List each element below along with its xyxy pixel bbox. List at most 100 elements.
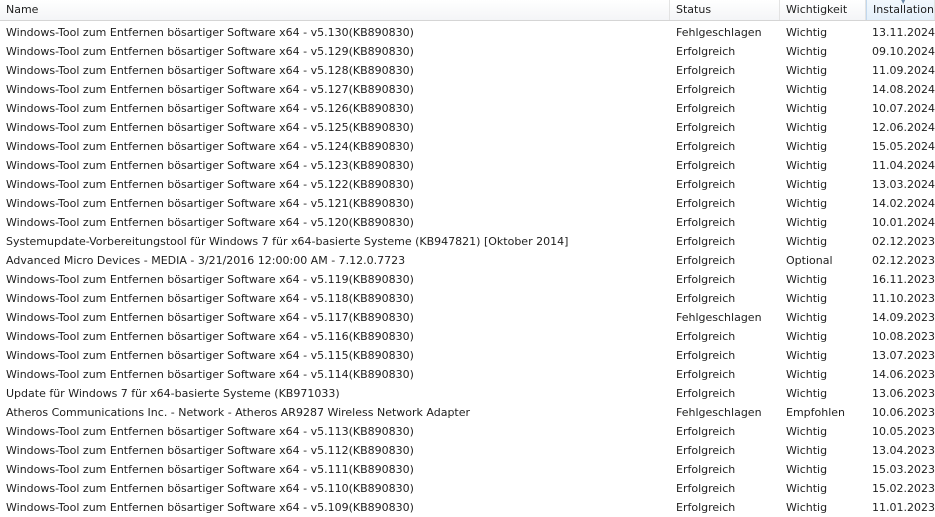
update-history-list: Windows-Tool zum Entfernen bösartiger So… (0, 21, 935, 517)
table-row[interactable]: Windows-Tool zum Entfernen bösartiger So… (0, 270, 935, 289)
update-status: Erfolgreich (676, 349, 736, 362)
update-install-date: 10.05.2023 (872, 425, 935, 438)
update-status: Erfolgreich (676, 140, 736, 153)
update-importance: Wichtig (786, 482, 828, 495)
table-row[interactable]: Windows-Tool zum Entfernen bösartiger So… (0, 99, 935, 118)
table-row[interactable]: Windows-Tool zum Entfernen bösartiger So… (0, 365, 935, 384)
update-importance: Wichtig (786, 311, 828, 324)
update-status: Erfolgreich (676, 501, 736, 514)
update-importance: Wichtig (786, 292, 828, 305)
table-row[interactable]: Advanced Micro Devices - MEDIA - 3/21/20… (0, 251, 935, 270)
update-install-date: 13.03.2024 (872, 178, 935, 191)
update-status: Erfolgreich (676, 83, 736, 96)
update-install-date: 13.07.2023 (872, 349, 935, 362)
update-name: Systemupdate-Vorbereitungstool für Windo… (6, 235, 569, 248)
table-row[interactable]: Windows-Tool zum Entfernen bösartiger So… (0, 23, 935, 42)
update-status: Erfolgreich (676, 368, 736, 381)
update-name: Windows-Tool zum Entfernen bösartiger So… (6, 178, 414, 191)
update-install-date: 13.04.2023 (872, 444, 935, 457)
update-name: Windows-Tool zum Entfernen bösartiger So… (6, 368, 414, 381)
update-importance: Wichtig (786, 83, 828, 96)
table-row[interactable]: Systemupdate-Vorbereitungstool für Windo… (0, 232, 935, 251)
table-row[interactable]: Windows-Tool zum Entfernen bösartiger So… (0, 118, 935, 137)
update-importance: Wichtig (786, 368, 828, 381)
update-status: Erfolgreich (676, 254, 736, 267)
update-install-date: 02.12.2023 (872, 235, 935, 248)
update-importance: Wichtig (786, 64, 828, 77)
update-status: Erfolgreich (676, 159, 736, 172)
table-row[interactable]: Windows-Tool zum Entfernen bösartiger So… (0, 194, 935, 213)
table-row[interactable]: Windows-Tool zum Entfernen bösartiger So… (0, 460, 935, 479)
table-row[interactable]: Windows-Tool zum Entfernen bösartiger So… (0, 327, 935, 346)
update-install-date: 15.03.2023 (872, 463, 935, 476)
column-header-status[interactable]: Status (670, 0, 780, 20)
update-name: Update für Windows 7 für x64-basierte Sy… (6, 387, 340, 400)
update-name: Windows-Tool zum Entfernen bösartiger So… (6, 482, 414, 495)
update-name: Windows-Tool zum Entfernen bösartiger So… (6, 330, 414, 343)
update-importance: Wichtig (786, 159, 828, 172)
update-name: Windows-Tool zum Entfernen bösartiger So… (6, 102, 414, 115)
update-install-date: 11.09.2024 (872, 64, 935, 77)
table-row[interactable]: Windows-Tool zum Entfernen bösartiger So… (0, 308, 935, 327)
update-install-date: 02.12.2023 (872, 254, 935, 267)
update-importance: Wichtig (786, 349, 828, 362)
update-name: Windows-Tool zum Entfernen bösartiger So… (6, 26, 414, 39)
table-row[interactable]: Windows-Tool zum Entfernen bösartiger So… (0, 498, 935, 517)
table-row[interactable]: Windows-Tool zum Entfernen bösartiger So… (0, 346, 935, 365)
update-name: Windows-Tool zum Entfernen bösartiger So… (6, 463, 414, 476)
update-name: Atheros Communications Inc. - Network - … (6, 406, 471, 419)
column-header-install-date[interactable]: ▼Installationsdatum (866, 0, 935, 20)
update-install-date: 16.11.2023 (872, 273, 935, 286)
update-status: Erfolgreich (676, 444, 736, 457)
update-name: Windows-Tool zum Entfernen bösartiger So… (6, 444, 414, 457)
update-importance: Optional (786, 254, 833, 267)
sort-descending-icon: ▼ (900, 0, 906, 5)
update-importance: Wichtig (786, 102, 828, 115)
column-header-row: Name Status Wichtigkeit ▼Installationsda… (0, 0, 935, 21)
table-row[interactable]: Windows-Tool zum Entfernen bösartiger So… (0, 80, 935, 99)
table-row[interactable]: Update für Windows 7 für x64-basierte Sy… (0, 384, 935, 403)
update-importance: Wichtig (786, 444, 828, 457)
update-install-date: 09.10.2024 (872, 45, 935, 58)
table-row[interactable]: Windows-Tool zum Entfernen bösartiger So… (0, 479, 935, 498)
update-status: Erfolgreich (676, 64, 736, 77)
update-name: Windows-Tool zum Entfernen bösartiger So… (6, 349, 414, 362)
table-row[interactable]: Windows-Tool zum Entfernen bösartiger So… (0, 422, 935, 441)
update-install-date: 13.11.2024 (872, 26, 935, 39)
table-row[interactable]: Windows-Tool zum Entfernen bösartiger So… (0, 175, 935, 194)
update-install-date: 12.06.2024 (872, 121, 935, 134)
update-status: Erfolgreich (676, 235, 736, 248)
update-name: Windows-Tool zum Entfernen bösartiger So… (6, 292, 414, 305)
update-status: Erfolgreich (676, 121, 736, 134)
table-row[interactable]: Windows-Tool zum Entfernen bösartiger So… (0, 42, 935, 61)
update-install-date: 10.08.2023 (872, 330, 935, 343)
update-status: Erfolgreich (676, 425, 736, 438)
table-row[interactable]: Windows-Tool zum Entfernen bösartiger So… (0, 61, 935, 80)
table-row[interactable]: Windows-Tool zum Entfernen bösartiger So… (0, 213, 935, 232)
update-name: Advanced Micro Devices - MEDIA - 3/21/20… (6, 254, 406, 267)
update-importance: Wichtig (786, 273, 828, 286)
update-importance: Wichtig (786, 140, 828, 153)
update-name: Windows-Tool zum Entfernen bösartiger So… (6, 159, 414, 172)
update-name: Windows-Tool zum Entfernen bösartiger So… (6, 501, 414, 514)
update-importance: Wichtig (786, 178, 828, 191)
table-row[interactable]: Windows-Tool zum Entfernen bösartiger So… (0, 289, 935, 308)
update-install-date: 15.02.2023 (872, 482, 935, 495)
update-importance: Wichtig (786, 463, 828, 476)
update-install-date: 14.02.2024 (872, 197, 935, 210)
update-name: Windows-Tool zum Entfernen bösartiger So… (6, 121, 414, 134)
update-status: Erfolgreich (676, 102, 736, 115)
table-row[interactable]: Windows-Tool zum Entfernen bösartiger So… (0, 156, 935, 175)
update-name: Windows-Tool zum Entfernen bösartiger So… (6, 216, 414, 229)
table-row[interactable]: Atheros Communications Inc. - Network - … (0, 403, 935, 422)
update-status: Erfolgreich (676, 45, 736, 58)
column-header-name[interactable]: Name (0, 0, 670, 20)
update-name: Windows-Tool zum Entfernen bösartiger So… (6, 197, 414, 210)
table-row[interactable]: Windows-Tool zum Entfernen bösartiger So… (0, 441, 935, 460)
update-install-date: 13.06.2023 (872, 387, 935, 400)
column-header-importance[interactable]: Wichtigkeit (780, 0, 866, 20)
update-install-date: 15.05.2024 (872, 140, 935, 153)
table-row[interactable]: Windows-Tool zum Entfernen bösartiger So… (0, 137, 935, 156)
update-importance: Wichtig (786, 235, 828, 248)
update-install-date: 14.09.2023 (872, 311, 935, 324)
